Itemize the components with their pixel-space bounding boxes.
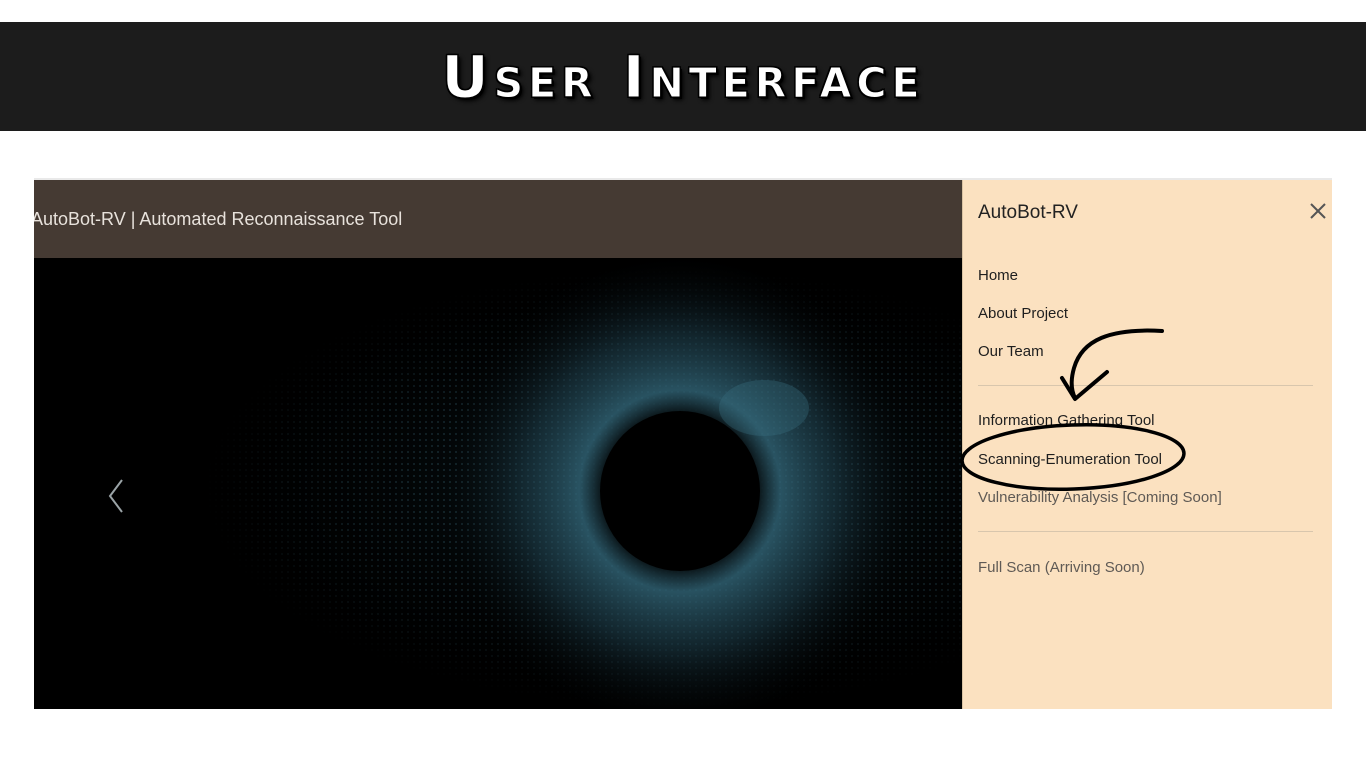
sidebar-item-information-gathering[interactable]: Information Gathering Tool [978, 412, 1155, 429]
sidebar-item-vulnerability-analysis: Vulnerability Analysis [Coming Soon] [978, 489, 1222, 506]
sidebar-divider [978, 531, 1313, 532]
sidebar-brand: AutoBot-RV [978, 202, 1078, 223]
sidebar-item-home[interactable]: Home [978, 267, 1018, 284]
sidebar-item-about-project[interactable]: About Project [978, 305, 1068, 322]
banner-title: User Interface [441, 42, 925, 111]
digital-eye-image [34, 258, 962, 709]
hero-carousel [34, 258, 962, 709]
sidebar-divider [978, 385, 1313, 386]
carousel-prev-arrow-icon[interactable] [104, 476, 128, 516]
sidebar-item-scanning-enumeration[interactable]: Scanning-Enumeration Tool [978, 451, 1162, 468]
sidebar-item-full-scan: Full Scan (Arriving Soon) [978, 559, 1145, 576]
app-title[interactable]: AutoBot-RV | Automated Reconnaissance To… [34, 209, 402, 230]
offcanvas-sidebar: AutoBot-RV Home About Project Our Team I… [962, 180, 1332, 709]
app-screenshot: AutoBot-RV | Automated Reconnaissance To… [34, 178, 1332, 709]
sidebar-item-our-team[interactable]: Our Team [978, 343, 1044, 360]
app-header: AutoBot-RV | Automated Reconnaissance To… [34, 180, 962, 258]
close-icon[interactable] [1307, 200, 1329, 222]
title-banner: User Interface [0, 22, 1366, 131]
